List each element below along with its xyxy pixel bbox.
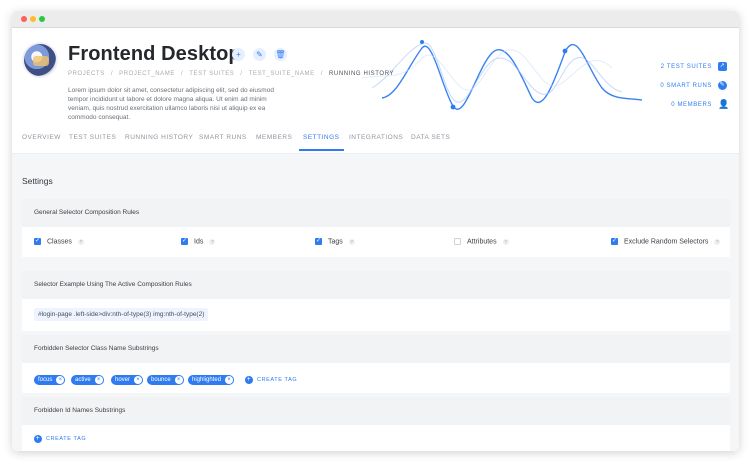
chart-icon: ↗ (718, 62, 727, 71)
stat-test-suites[interactable]: 2 TEST SUITES ↗ (661, 62, 727, 71)
plus-icon: + (245, 375, 253, 384)
help-icon[interactable]: ? (714, 238, 721, 245)
project-description: Lorem ipsum dolor sit amet, consectetur … (68, 87, 274, 121)
option-ids[interactable]: ✓ Ids? (181, 238, 216, 246)
tab-test-suites[interactable]: TEST SUITES (69, 134, 116, 141)
section-header: Forbidden Id Names Substrings (22, 397, 730, 425)
checkbox-checked[interactable]: ✓ (181, 238, 188, 245)
page-title: Frontend Desktop (68, 43, 241, 65)
tag-label: hover (115, 377, 131, 383)
tab-settings[interactable]: SETTINGS (299, 134, 343, 151)
help-icon[interactable]: ? (502, 238, 509, 245)
create-tag-button[interactable]: + CREATE TAG (245, 375, 297, 385)
user-icon: 👤 (718, 99, 730, 109)
checkbox-checked[interactable]: ✓ (315, 238, 322, 245)
tag-label: highlighted (192, 377, 222, 383)
magic-icon: ✎ (718, 81, 727, 90)
checkbox-unchecked[interactable] (454, 238, 461, 245)
create-tag-button[interactable]: + CREATE TAG (34, 434, 86, 444)
stat-members[interactable]: 0 MEMBERS 👤 (671, 99, 730, 109)
tag-chip: hover × (111, 375, 144, 385)
composition-options: ✓ Classes? ✓ Ids? ✓ Tags? Attributes? ✓ Excl… (22, 227, 730, 257)
breadcrumb: PROJECTS / PROJECT_NAME / TEST SUITES / TEST_S… (68, 71, 395, 77)
breadcrumb-item[interactable]: PROJECTS (68, 71, 105, 77)
maximize-window-button[interactable] (39, 16, 45, 22)
help-icon[interactable]: ? (77, 238, 84, 245)
forbidden-class-tags: focus × active × hover × bounce × highlighte… (22, 363, 730, 393)
stat-label: 0 MEMBERS (671, 102, 712, 109)
option-label: Attributes (467, 238, 497, 246)
remove-tag-icon[interactable]: × (225, 376, 234, 384)
settings-content: Settings General Selector Composition Ru… (12, 154, 739, 451)
selector-example-panel: #login-page .left-side>div:nth-of-type(3… (22, 299, 730, 331)
tag-chip: highlighted × (188, 375, 235, 385)
stat-label: 2 TEST SUITES (660, 64, 712, 71)
tag-chip: active × (71, 375, 104, 385)
remove-tag-icon[interactable]: × (94, 376, 103, 384)
delete-icon[interactable]: 🗑 (274, 48, 287, 61)
tab-integrations[interactable]: INTEGRATIONS (349, 134, 403, 141)
help-icon[interactable]: ? (209, 238, 216, 245)
checkbox-checked[interactable]: ✓ (34, 238, 41, 245)
settings-title: Settings (22, 176, 53, 186)
tab-smart-runs[interactable]: SMART RUNS (199, 134, 247, 141)
section-title: General Selector Composition Rules (34, 209, 140, 216)
create-tag-label: CREATE TAG (257, 377, 298, 383)
breadcrumb-item[interactable]: PROJECT_NAME (119, 71, 175, 77)
add-icon[interactable]: + (232, 48, 245, 61)
tag-label: active (75, 377, 91, 383)
section-header: General Selector Composition Rules (22, 199, 730, 227)
tag-chip: bounce × (147, 375, 184, 385)
remove-tag-icon[interactable]: × (134, 376, 143, 384)
app-window: Frontend Desktop + ✎ 🗑 PROJECTS / PROJECT_… (12, 11, 739, 451)
tab-members[interactable]: MEMBERS (256, 134, 292, 141)
tab-bar: OVERVIEW TEST SUITES RUNNING HISTORY SMA… (12, 125, 739, 154)
selector-example: #login-page .left-side>div:nth-of-type(3… (34, 308, 209, 321)
window-titlebar (12, 11, 739, 28)
option-label: Classes (47, 238, 72, 246)
help-icon[interactable]: ? (348, 238, 355, 245)
create-tag-label: CREATE TAG (46, 436, 87, 442)
edit-icon[interactable]: ✎ (253, 48, 266, 61)
section-header: Selector Example Using The Active Compos… (22, 271, 730, 299)
breadcrumb-item[interactable]: TEST_SUITE_NAME (249, 71, 315, 77)
breadcrumb-item[interactable]: TEST SUITES (189, 71, 234, 77)
option-tags[interactable]: ✓ Tags? (315, 238, 355, 245)
section-title: Selector Example Using The Active Compos… (34, 281, 192, 288)
tag-label: focus (38, 377, 53, 383)
checkbox-checked[interactable]: ✓ (611, 238, 618, 245)
stat-smart-runs[interactable]: 0 SMART RUNS ✎ (660, 81, 727, 90)
close-window-button[interactable] (21, 16, 27, 22)
option-exclude-random[interactable]: ✓ Exclude Random Selectors? (611, 238, 721, 246)
option-classes[interactable]: ✓ Classes? (34, 238, 84, 245)
remove-tag-icon[interactable]: × (174, 376, 183, 384)
option-label: Ids (194, 238, 204, 246)
section-title: Forbidden Id Names Substrings (34, 407, 126, 414)
remove-tag-icon[interactable]: × (56, 376, 65, 384)
section-header: Forbidden Selector Class Name Substrings (22, 335, 730, 363)
plus-icon: + (34, 434, 42, 443)
project-header: Frontend Desktop + ✎ 🗑 PROJECTS / PROJECT_… (12, 28, 739, 125)
tab-overview[interactable]: OVERVIEW (22, 134, 61, 141)
breadcrumb-current: RUNNING HISTORY (329, 71, 395, 77)
forbidden-id-tags: + CREATE TAG (22, 425, 730, 451)
project-avatar (22, 42, 58, 78)
tab-data-sets[interactable]: DATA SETS (411, 134, 450, 141)
option-attributes[interactable]: Attributes? (454, 238, 509, 245)
section-title: Forbidden Selector Class Name Substrings (34, 345, 159, 352)
tab-running-history[interactable]: RUNNING HISTORY (125, 134, 193, 141)
option-label: Exclude Random Selectors (624, 238, 709, 246)
minimize-window-button[interactable] (30, 16, 36, 22)
option-label: Tags (328, 238, 343, 246)
stat-label: 0 SMART RUNS (660, 83, 712, 90)
tag-chip: focus × (34, 375, 66, 385)
tag-label: bounce (151, 377, 171, 383)
